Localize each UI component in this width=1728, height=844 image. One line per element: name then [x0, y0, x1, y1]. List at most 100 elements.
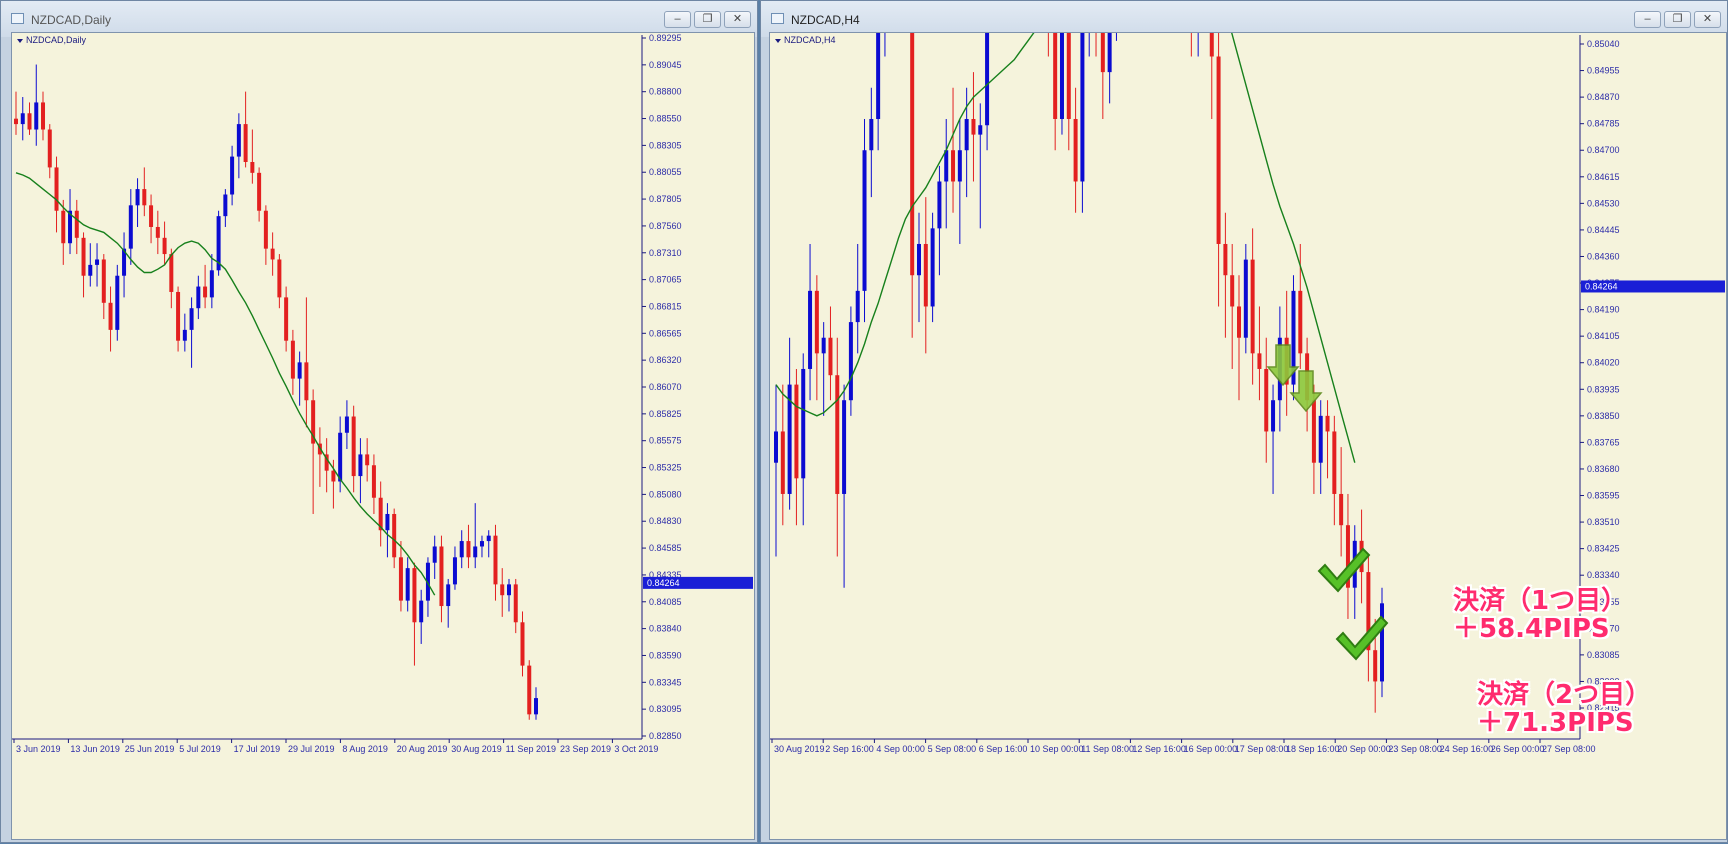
candle — [41, 91, 46, 141]
x-tick-label: 4 Sep 00:00 — [876, 744, 925, 754]
candle — [1114, 0, 1119, 41]
candle-body — [412, 568, 417, 623]
y-tick-label: 0.86815 — [649, 301, 682, 311]
y-tick-label: 0.83510 — [1587, 517, 1620, 527]
candle-body — [1271, 400, 1276, 432]
exit-annotation-2-title: 決済（2つ目） — [1477, 680, 1652, 710]
candle — [971, 72, 976, 182]
candle — [68, 189, 73, 255]
y-tick-label: 0.84955 — [1587, 66, 1620, 76]
candle — [88, 243, 93, 287]
y-tick-label: 0.83085 — [1587, 650, 1620, 660]
candle-body — [142, 189, 147, 206]
h4-chart-window[interactable]: NZDCAD,H4 – ❐ ✕ NZDCAD,H4 0.85040 0.84955 0… — [760, 0, 1728, 843]
candle — [513, 578, 518, 634]
candle — [506, 578, 511, 612]
y-tick-label: 0.85325 — [649, 463, 682, 473]
y-tick-label: 0.86565 — [649, 328, 682, 338]
candle — [985, 0, 990, 151]
candle — [1080, 0, 1085, 213]
candle-body — [398, 557, 403, 601]
x-tick-label: 17 Sep 08:00 — [1235, 744, 1289, 754]
candle — [1243, 243, 1248, 354]
check-shape — [1335, 615, 1389, 661]
x-tick-label: 13 Jun 2019 — [70, 744, 120, 754]
candle — [910, 0, 915, 338]
candle-body — [108, 302, 113, 330]
candle — [405, 557, 410, 612]
chart-area[interactable]: NZDCAD,Daily 0.89295 0.89045 0.88800 0.88550… — [11, 32, 755, 840]
candle — [108, 286, 113, 352]
candle-body — [1243, 259, 1248, 338]
candle — [122, 232, 127, 298]
candle — [324, 438, 329, 493]
candle — [311, 389, 316, 514]
y-tick-label: 0.84585 — [649, 543, 682, 553]
candle-body — [304, 362, 309, 401]
candle — [344, 400, 349, 450]
candle-body — [257, 172, 262, 211]
candle — [1291, 275, 1296, 401]
candle — [848, 306, 853, 416]
candle — [794, 368, 799, 526]
candle — [196, 275, 201, 320]
close-button[interactable]: ✕ — [724, 11, 751, 28]
close-button[interactable]: ✕ — [1694, 11, 1721, 28]
candle — [378, 481, 383, 547]
candle — [1073, 87, 1078, 213]
x-tick-label: 29 Jul 2019 — [288, 744, 335, 754]
candle — [1100, 0, 1105, 119]
candle-body — [1073, 118, 1078, 182]
y-tick-label: 0.83095 — [649, 704, 682, 714]
candle — [47, 124, 52, 179]
candle — [14, 91, 18, 135]
candle — [1339, 447, 1344, 557]
candle — [351, 405, 356, 493]
minimize-button[interactable]: – — [664, 11, 691, 28]
x-tick-label: 10 Sep 00:00 — [1030, 744, 1084, 754]
candle-body — [176, 291, 181, 341]
candle-body — [479, 541, 484, 547]
x-tick-label: 11 Sep 08:00 — [1081, 744, 1134, 754]
candle-body — [862, 150, 867, 291]
x-tick-label: 8 Aug 2019 — [342, 744, 388, 754]
x-tick-label: 27 Sep 08:00 — [1542, 744, 1596, 754]
candle — [876, 0, 881, 151]
restore-button[interactable]: ❐ — [694, 11, 721, 28]
candle-body — [513, 584, 518, 623]
dropdown-triangle-icon[interactable] — [17, 39, 23, 43]
candle — [439, 535, 444, 623]
candle — [176, 286, 181, 352]
arrow-shape — [1289, 370, 1323, 413]
dropdown-triangle-icon[interactable] — [775, 39, 781, 43]
candle-body — [910, 0, 915, 276]
candle — [155, 210, 160, 255]
candle-body — [405, 568, 410, 601]
moving-average-line — [15, 172, 436, 596]
restore-button[interactable]: ❐ — [1664, 11, 1691, 28]
x-tick-label: 23 Sep 08:00 — [1388, 744, 1442, 754]
candle — [284, 286, 289, 352]
candle-body — [1107, 25, 1112, 73]
candle — [257, 167, 262, 222]
y-tick-label: 0.84445 — [1587, 225, 1620, 235]
candle-body — [1318, 415, 1323, 463]
candle-body — [392, 513, 397, 558]
candle — [81, 232, 86, 298]
minimize-button[interactable]: – — [1634, 11, 1661, 28]
candle — [951, 87, 956, 213]
candle — [135, 178, 140, 227]
candle-body — [385, 513, 390, 531]
candle — [814, 275, 819, 401]
candle — [115, 264, 120, 341]
candle — [20, 97, 25, 141]
y-tick-label: 0.84870 — [1587, 92, 1620, 102]
candle-body — [500, 584, 505, 596]
y-tick-label: 0.83340 — [1587, 570, 1620, 580]
candle-body — [61, 210, 66, 244]
candle-body — [432, 546, 437, 563]
candle-body — [506, 584, 511, 596]
daily-chart-svg[interactable]: NZDCAD,Daily 0.89295 0.89045 0.88800 0.88550… — [12, 33, 754, 839]
candle — [432, 535, 437, 579]
daily-chart-window[interactable]: NZDCAD,Daily – ❐ ✕ NZDCAD,Daily 0.89295 0.… — [0, 0, 758, 843]
